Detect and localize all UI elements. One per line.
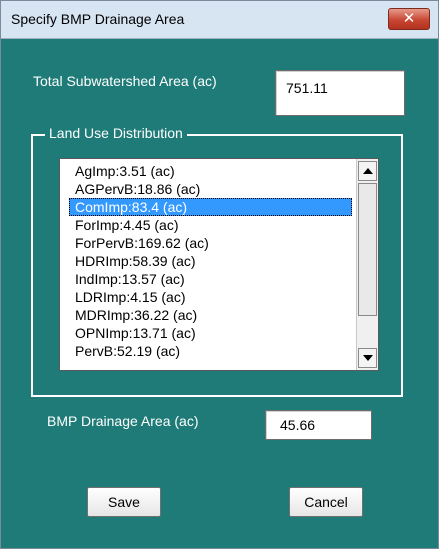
- scroll-thumb[interactable]: [358, 183, 377, 316]
- bmp-area-value: 45.66: [280, 417, 316, 433]
- scroll-up-button[interactable]: [358, 161, 377, 181]
- title-bar[interactable]: Specify BMP Drainage Area ✕: [1, 1, 438, 39]
- arrow-up-icon: [363, 168, 373, 174]
- dialog-window: Specify BMP Drainage Area ✕ Total Subwat…: [0, 0, 439, 549]
- arrow-down-icon: [363, 355, 373, 361]
- land-use-listbox[interactable]: AgImp:3.51 (ac) AGPervB:18.86 (ac) ComImp:…: [59, 158, 379, 371]
- list-item[interactable]: AgImp:3.51 (ac): [72, 162, 352, 180]
- land-use-group-title: Land Use Distribution: [45, 125, 187, 141]
- list-item[interactable]: LDRImp:4.15 (ac): [72, 288, 352, 306]
- total-area-value: 751.11: [286, 80, 328, 96]
- list-item[interactable]: ComImp:83.4 (ac): [69, 198, 352, 216]
- save-button[interactable]: Save: [87, 487, 161, 517]
- list-item[interactable]: HDRImp:58.39 (ac): [72, 252, 352, 270]
- list-item[interactable]: AGPervB:18.86 (ac): [72, 180, 352, 198]
- list-item[interactable]: PervB:52.19 (ac): [72, 342, 352, 360]
- window-title: Specify BMP Drainage Area: [11, 11, 185, 27]
- bmp-area-field[interactable]: 45.66: [265, 410, 372, 440]
- total-area-field[interactable]: 751.11: [275, 70, 405, 116]
- close-button[interactable]: ✕: [388, 8, 430, 30]
- list-item[interactable]: ForImp:4.45 (ac): [72, 216, 352, 234]
- close-icon: ✕: [402, 9, 416, 27]
- scroll-down-button[interactable]: [358, 348, 377, 368]
- list-item[interactable]: OPNImp:13.71 (ac): [72, 324, 352, 342]
- land-use-list: AgImp:3.51 (ac) AGPervB:18.86 (ac) ComImp:…: [69, 162, 352, 360]
- bmp-area-label: BMP Drainage Area (ac): [47, 413, 199, 429]
- listbox-scrollbar[interactable]: [356, 159, 378, 370]
- cancel-button[interactable]: Cancel: [289, 487, 363, 517]
- list-item[interactable]: ForPervB:169.62 (ac): [72, 234, 352, 252]
- total-area-label: Total Subwatershed Area (ac): [33, 73, 217, 89]
- list-item[interactable]: MDRImp:36.22 (ac): [72, 306, 352, 324]
- list-item[interactable]: IndImp:13.57 (ac): [72, 270, 352, 288]
